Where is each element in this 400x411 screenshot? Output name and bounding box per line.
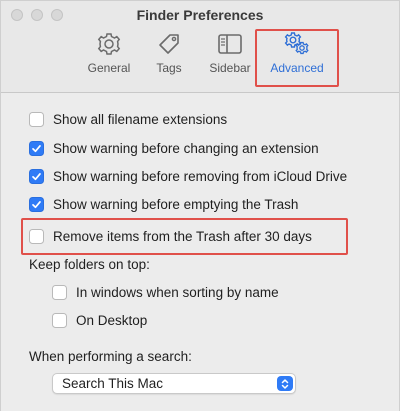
search-scope-heading: When performing a search: xyxy=(29,349,192,364)
checkmark-icon xyxy=(32,144,41,152)
finder-preferences-window: Finder Preferences General Tags Sidebar … xyxy=(0,0,400,411)
window-title: Finder Preferences xyxy=(136,7,264,23)
gear-icon xyxy=(95,31,123,57)
remove-trash-highlight-box xyxy=(21,218,348,255)
checkmark-icon xyxy=(32,172,41,180)
checkbox-checked[interactable] xyxy=(29,168,44,184)
popup-chevrons-icon xyxy=(277,376,293,391)
keep-folders-heading: Keep folders on top: xyxy=(29,257,150,272)
option-label: Show all filename extensions xyxy=(53,111,228,127)
search-scope-popup[interactable]: Search This Mac xyxy=(52,373,296,394)
advanced-tab-highlight-box xyxy=(255,29,339,87)
tab-tags-label: Tags xyxy=(156,61,182,75)
search-scope-value: Search This Mac xyxy=(62,376,164,391)
option-warn-emptying-trash[interactable]: Show warning before emptying the Trash xyxy=(29,194,298,214)
checkbox-unchecked[interactable] xyxy=(29,111,44,127)
option-label: On Desktop xyxy=(76,312,148,328)
sidebar-icon xyxy=(216,31,244,57)
tab-sidebar-label: Sidebar xyxy=(209,61,251,75)
option-warn-removing-icloud[interactable]: Show warning before removing from iCloud… xyxy=(29,166,347,186)
tab-tags[interactable]: Tags xyxy=(149,31,189,87)
option-label: Show warning before changing an extensio… xyxy=(53,140,319,156)
checkmark-icon xyxy=(32,200,41,208)
option-label: Show warning before removing from iCloud… xyxy=(53,168,348,184)
option-label: In windows when sorting by name xyxy=(76,284,279,300)
tab-sidebar[interactable]: Sidebar xyxy=(205,31,255,87)
checkbox-checked[interactable] xyxy=(29,140,44,156)
titlebar: Finder Preferences General Tags Sidebar … xyxy=(1,1,399,93)
option-warn-changing-extension[interactable]: Show warning before changing an extensio… xyxy=(29,138,319,158)
option-label: Show warning before emptying the Trash xyxy=(53,196,299,212)
option-show-all-extensions[interactable]: Show all filename extensions xyxy=(29,109,227,129)
tag-icon xyxy=(155,31,183,57)
checkbox-unchecked[interactable] xyxy=(52,312,67,328)
checkbox-unchecked[interactable] xyxy=(52,284,67,300)
checkbox-checked[interactable] xyxy=(29,196,44,212)
option-folders-on-desktop[interactable]: On Desktop xyxy=(52,310,147,330)
tab-general[interactable]: General xyxy=(83,31,135,87)
option-folders-sorting-by-name[interactable]: In windows when sorting by name xyxy=(52,282,279,302)
tab-general-label: General xyxy=(87,61,131,75)
